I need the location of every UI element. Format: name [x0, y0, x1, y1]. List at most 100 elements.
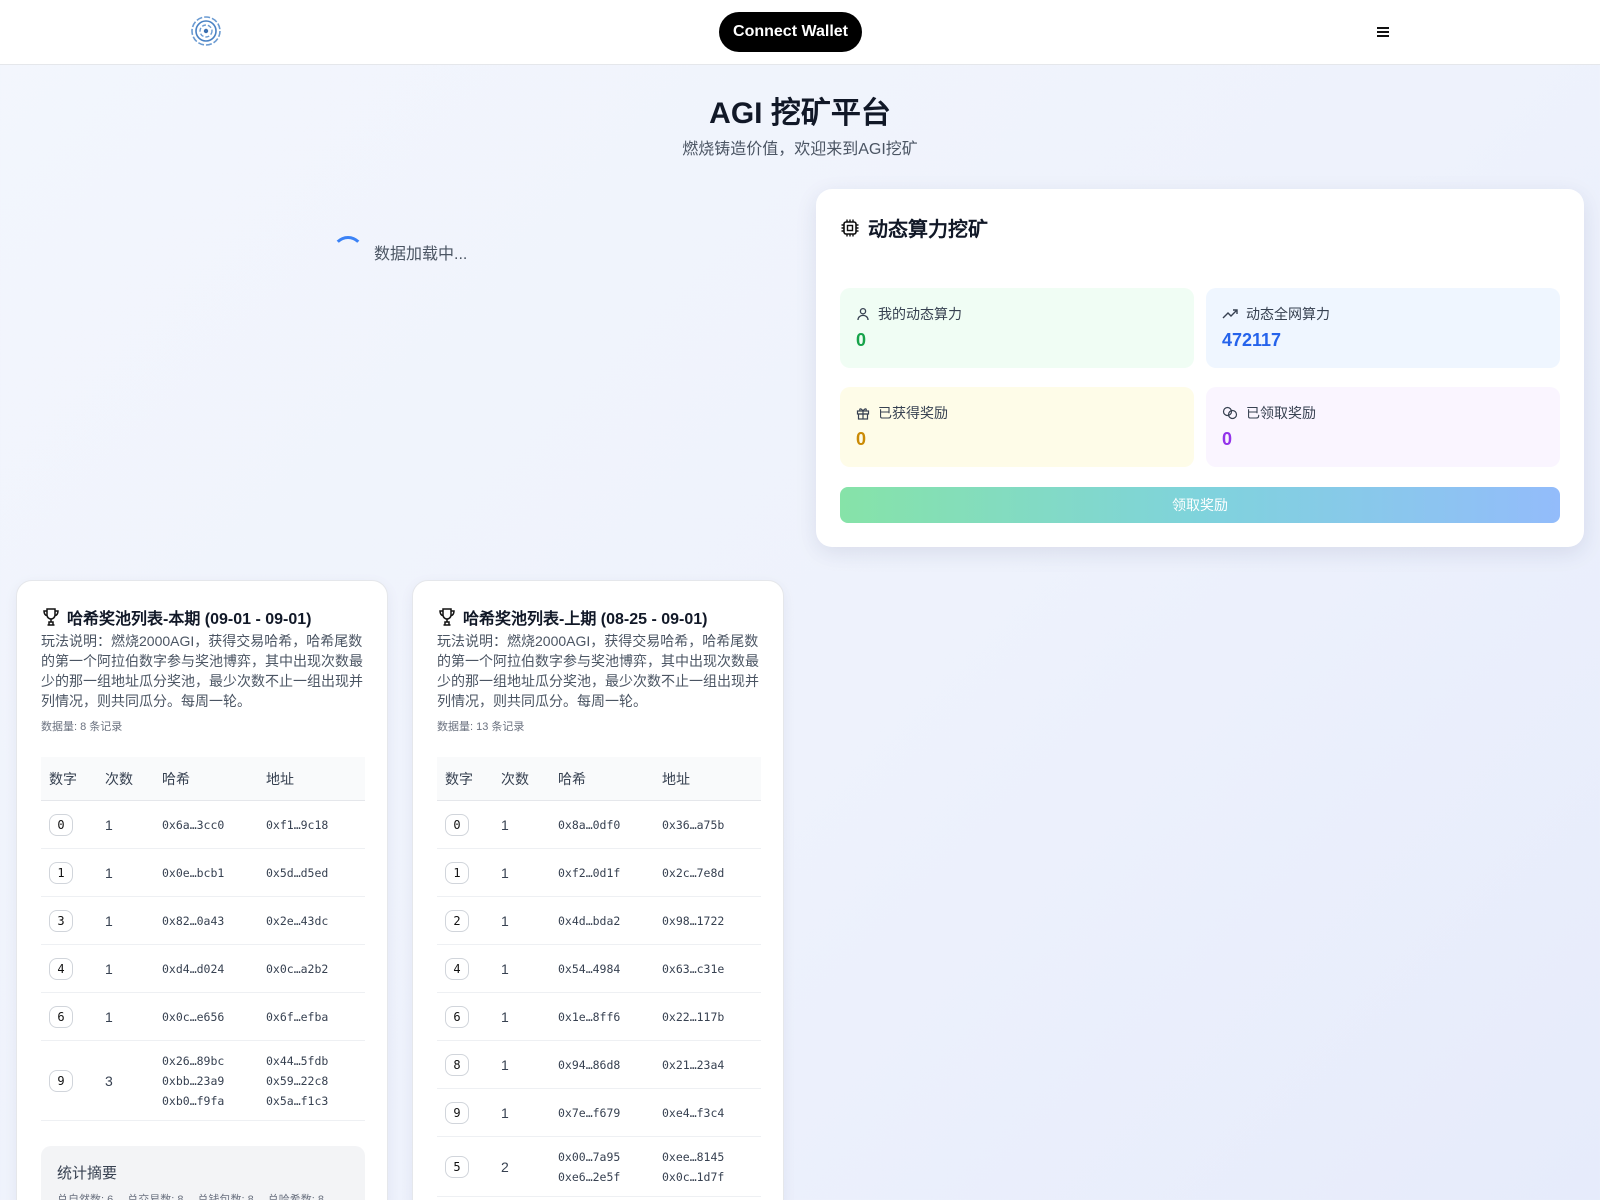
- hash-value[interactable]: 0xf2…0d1f: [558, 863, 654, 883]
- pool-description: 玩法说明：燃烧2000AGI，获得交易哈希，哈希尾数的第一个阿拉伯数字参与奖池博…: [41, 633, 363, 709]
- hash-value[interactable]: 0x8a…0df0: [558, 815, 654, 835]
- pool-title: 哈希奖池列表-上期 (08-25 - 09-01): [437, 605, 708, 629]
- hash-value[interactable]: 0x54…4984: [558, 959, 654, 979]
- hash-value[interactable]: 0x7e…f679: [558, 1103, 654, 1123]
- table-row: 1 1 0xf2…0d1f 0x2c…7e8d: [437, 849, 761, 897]
- address-value[interactable]: 0x0c…1d7f: [662, 1167, 761, 1187]
- col-header-address: 地址: [266, 770, 294, 787]
- hash-value[interactable]: 0x82…0a43: [162, 911, 258, 931]
- col-header-hash: 哈希: [162, 770, 190, 787]
- number-cell: 1: [41, 861, 97, 884]
- hash-cell: 0x82…0a43: [154, 911, 258, 931]
- mining-title-text: 动态算力挖矿: [868, 219, 988, 241]
- hash-value[interactable]: 0x94…86d8: [558, 1055, 654, 1075]
- trophy-icon: [439, 608, 455, 626]
- hamburger-menu-icon[interactable]: [1375, 22, 1393, 42]
- claim-rewards-button[interactable]: 领取奖励: [840, 487, 1560, 523]
- table-row: 1 1 0x0e…bcb1 0x5d…d5ed: [41, 849, 365, 897]
- number-badge: 9: [49, 1069, 73, 1092]
- address-value[interactable]: 0x2c…7e8d: [662, 863, 761, 883]
- pool-table: 数字 次数 哈希 地址 0 1 0x6a…3cc0 0xf1…9c18 1 1 0x0e…b…: [41, 757, 365, 1121]
- address-value[interactable]: 0xf1…9c18: [266, 815, 365, 835]
- hash-value[interactable]: 0xbb…23a9: [162, 1071, 258, 1091]
- hash-cell: 0x6a…3cc0: [154, 815, 258, 835]
- count-cell: 1: [501, 1056, 509, 1073]
- network-power-value: 472117: [1222, 330, 1282, 350]
- hash-value[interactable]: 0x6a…3cc0: [162, 815, 258, 835]
- hash-value[interactable]: 0x0e…bcb1: [162, 863, 258, 883]
- table-row: 9 3 0x26…89bc 0xbb…23a9 0xb0…f9fa 0x44…5fdb 0x…: [41, 1041, 365, 1121]
- hash-value[interactable]: 0x0c…e656: [162, 1007, 258, 1027]
- hash-value[interactable]: 0xe6…2e5f: [558, 1167, 654, 1187]
- network-power-box: 动态全网算力 472117: [1206, 288, 1560, 368]
- address-cell: 0x6f…efba: [258, 1007, 365, 1027]
- col-header-count: 次数: [501, 770, 529, 787]
- my-power-value: 0: [856, 330, 867, 350]
- number-badge: 6: [445, 1005, 469, 1028]
- my-power-box: 我的动态算力 0: [840, 288, 1194, 368]
- table-header: 数字 次数 哈希 地址: [41, 757, 365, 801]
- trophy-icon: [43, 608, 59, 626]
- hash-value[interactable]: 0x00…7a95: [558, 1147, 654, 1167]
- number-cell: 1: [437, 861, 493, 884]
- table-row: 2 1 0x4d…bda2 0x98…1722: [437, 897, 761, 945]
- address-value[interactable]: 0x36…a75b: [662, 815, 761, 835]
- hash-value[interactable]: 0xb0…f9fa: [162, 1091, 258, 1111]
- address-cell: 0x21…23a4: [654, 1055, 761, 1075]
- address-value[interactable]: 0x2e…43dc: [266, 911, 365, 931]
- rewards-earned-label: 已获得奖励: [878, 405, 948, 421]
- address-value[interactable]: 0xe4…f3c4: [662, 1103, 761, 1123]
- summary-stat: 总交易数: 8: [127, 1194, 184, 1200]
- pool-table: 数字 次数 哈希 地址 0 1 0x8a…0df0 0x36…a75b 1 1 0xf2…0…: [437, 757, 761, 1197]
- address-value[interactable]: 0x0c…a2b2: [266, 959, 365, 979]
- hash-cell: 0xd4…d024: [154, 959, 258, 979]
- summary-stats: 总自然数: 6 总交易数: 8 总钱包数: 8 总哈希数: 8: [57, 1191, 349, 1200]
- address-cell: 0x2e…43dc: [258, 911, 365, 931]
- pool-title: 哈希奖池列表-本期 (09-01 - 09-01): [41, 605, 312, 629]
- number-badge: 1: [445, 861, 469, 884]
- count-cell: 1: [501, 1008, 509, 1025]
- address-value[interactable]: 0x44…5fdb: [266, 1051, 365, 1071]
- page-subtitle: 燃烧铸造价值，欢迎来到AGI挖矿: [682, 141, 918, 158]
- number-badge: 5: [445, 1155, 469, 1178]
- network-power-label: 动态全网算力: [1246, 306, 1330, 322]
- col-header-number: 数字: [49, 770, 77, 787]
- hash-cell: 0x0e…bcb1: [154, 863, 258, 883]
- address-cell: 0x22…117b: [654, 1007, 761, 1027]
- number-badge: 0: [49, 813, 73, 836]
- rewards-earned-value: 0: [856, 429, 867, 449]
- dynamic-mining-card: 动态算力挖矿 我的动态算力 0 动态全网算力 472117 已获得奖励 0 已领…: [816, 189, 1584, 547]
- hash-value[interactable]: 0x4d…bda2: [558, 911, 654, 931]
- rewards-claimed-box: 已领取奖励 0: [1206, 387, 1560, 467]
- address-value[interactable]: 0x63…c31e: [662, 959, 761, 979]
- number-cell: 3: [41, 909, 97, 932]
- table-row: 8 1 0x94…86d8 0x21…23a4: [437, 1041, 761, 1089]
- address-cell: 0x98…1722: [654, 911, 761, 931]
- gift-icon: [856, 408, 870, 420]
- address-cell: 0xee…8145 0x0c…1d7f: [654, 1147, 761, 1187]
- address-value[interactable]: 0x6f…efba: [266, 1007, 365, 1027]
- number-badge: 9: [445, 1101, 469, 1124]
- hash-value[interactable]: 0x1e…8ff6: [558, 1007, 654, 1027]
- address-value[interactable]: 0x98…1722: [662, 911, 761, 931]
- address-value[interactable]: 0x22…117b: [662, 1007, 761, 1027]
- address-value[interactable]: 0xee…8145: [662, 1147, 761, 1167]
- count-cell: 1: [501, 912, 509, 929]
- address-value[interactable]: 0x21…23a4: [662, 1055, 761, 1075]
- number-badge: 3: [49, 909, 73, 932]
- hash-value[interactable]: 0x26…89bc: [162, 1051, 258, 1071]
- count-cell: 1: [105, 816, 113, 833]
- table-row: 0 1 0x6a…3cc0 0xf1…9c18: [41, 801, 365, 849]
- hash-value[interactable]: 0xd4…d024: [162, 959, 258, 979]
- coins-icon: [1222, 406, 1238, 420]
- address-value[interactable]: 0x5a…f1c3: [266, 1091, 365, 1111]
- address-value[interactable]: 0x5d…d5ed: [266, 863, 365, 883]
- connect-wallet-button[interactable]: Connect Wallet: [719, 12, 862, 52]
- table-row: 6 1 0x0c…e656 0x6f…efba: [41, 993, 365, 1041]
- number-cell: 4: [437, 957, 493, 980]
- address-value[interactable]: 0x59…22c8: [266, 1071, 365, 1091]
- number-badge: 4: [49, 957, 73, 980]
- col-header-address: 地址: [662, 770, 690, 787]
- target-logo-icon[interactable]: [190, 15, 222, 47]
- user-icon: [857, 307, 869, 321]
